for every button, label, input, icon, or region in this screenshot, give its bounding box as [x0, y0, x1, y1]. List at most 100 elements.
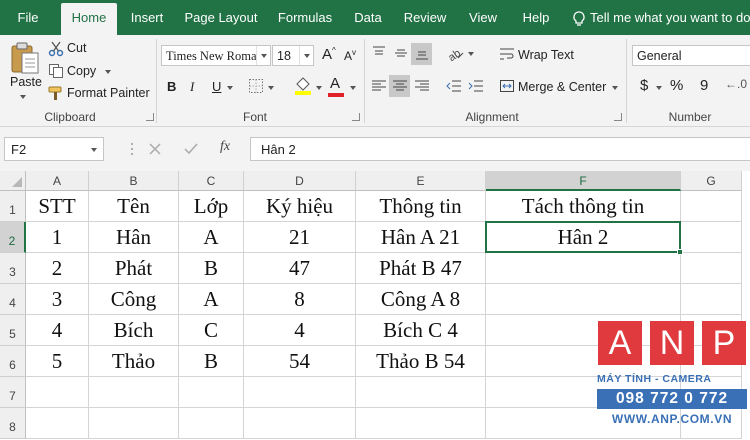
cell-d3[interactable]: 47: [244, 253, 356, 284]
tab-insert[interactable]: Insert: [124, 0, 170, 35]
cell-a3[interactable]: 2: [26, 253, 89, 284]
cell-d4[interactable]: 8: [244, 284, 356, 315]
cell-e5[interactable]: Bích C 4: [356, 315, 486, 346]
cell-f4[interactable]: [486, 284, 681, 315]
tab-home[interactable]: Home: [61, 3, 117, 35]
formula-input[interactable]: Hân 2: [250, 137, 750, 161]
bottom-align-icon[interactable]: [414, 45, 430, 64]
cell-a7[interactable]: [26, 377, 89, 408]
cell-d5[interactable]: 4: [244, 315, 356, 346]
wrap-text-button[interactable]: Wrap Text: [518, 48, 574, 62]
decrease-indent-icon[interactable]: [446, 78, 462, 97]
cell-g4[interactable]: [681, 284, 742, 315]
row-header-5[interactable]: 5: [0, 315, 26, 346]
cell-b4[interactable]: Công: [89, 284, 179, 315]
row-header-3[interactable]: 3: [0, 253, 26, 284]
tab-review[interactable]: Review: [399, 0, 451, 35]
merge-center-button[interactable]: Merge & Center: [518, 80, 606, 94]
cell-b1[interactable]: Tên: [89, 191, 179, 222]
row-header-2[interactable]: 2: [0, 222, 26, 253]
top-align-icon[interactable]: [371, 45, 387, 64]
merge-dropdown-icon[interactable]: [612, 86, 618, 90]
cell-e4[interactable]: Công A 8: [356, 284, 486, 315]
cell-a4[interactable]: 3: [26, 284, 89, 315]
italic-button[interactable]: I: [190, 79, 194, 95]
cell-d7[interactable]: [244, 377, 356, 408]
tab-data[interactable]: Data: [348, 0, 388, 35]
comma-style-button[interactable]: 9: [700, 77, 708, 94]
align-center-icon[interactable]: [392, 78, 408, 97]
align-left-icon[interactable]: [371, 78, 387, 97]
increase-font-size-icon[interactable]: A^: [322, 46, 336, 63]
column-header-e[interactable]: E: [356, 171, 486, 191]
clipboard-launcher-icon[interactable]: [146, 113, 154, 121]
font-color-button[interactable]: A: [330, 75, 340, 92]
number-format-select[interactable]: General: [632, 45, 750, 66]
row-header-1[interactable]: 1: [0, 191, 26, 222]
align-right-icon[interactable]: [414, 78, 430, 97]
font-name-select[interactable]: Times New Roma: [161, 45, 271, 66]
tab-view[interactable]: View: [462, 0, 504, 35]
tab-file[interactable]: File: [6, 0, 50, 35]
bold-button[interactable]: B: [167, 79, 176, 94]
column-header-f[interactable]: F: [486, 171, 681, 191]
format-painter-icon[interactable]: [48, 85, 64, 104]
cell-b3[interactable]: Phát: [89, 253, 179, 284]
column-header-c[interactable]: C: [179, 171, 244, 191]
select-all-button[interactable]: [0, 171, 26, 191]
tab-page-layout[interactable]: Page Layout: [180, 0, 262, 35]
cell-a5[interactable]: 4: [26, 315, 89, 346]
underline-button[interactable]: U: [212, 79, 221, 94]
middle-align-icon[interactable]: [393, 45, 409, 64]
row-header-7[interactable]: 7: [0, 377, 26, 408]
currency-button[interactable]: $: [640, 77, 648, 94]
cell-c3[interactable]: B: [179, 253, 244, 284]
cell-f3[interactable]: [486, 253, 681, 284]
cell-a2[interactable]: 1: [26, 222, 89, 253]
fill-color-dropdown-icon[interactable]: [316, 86, 322, 90]
orientation-icon[interactable]: ab: [446, 44, 464, 65]
chevron-down-icon[interactable]: [256, 46, 270, 65]
cell-c2[interactable]: A: [179, 222, 244, 253]
cell-d2[interactable]: 21: [244, 222, 356, 253]
cell-c7[interactable]: [179, 377, 244, 408]
row-header-6[interactable]: 6: [0, 346, 26, 377]
tab-formulas[interactable]: Formulas: [272, 0, 338, 35]
currency-dropdown-icon[interactable]: [656, 86, 662, 90]
orientation-dropdown-icon[interactable]: [468, 52, 474, 56]
cell-a8[interactable]: [26, 408, 89, 439]
fill-color-icon[interactable]: [294, 76, 312, 99]
cell-g3[interactable]: [681, 253, 742, 284]
cell-e7[interactable]: [356, 377, 486, 408]
cell-c5[interactable]: C: [179, 315, 244, 346]
cell-b2[interactable]: Hân: [89, 222, 179, 253]
cell-d6[interactable]: 54: [244, 346, 356, 377]
cell-e8[interactable]: [356, 408, 486, 439]
cell-e3[interactable]: Phát B 47: [356, 253, 486, 284]
cell-d8[interactable]: [244, 408, 356, 439]
cut-icon[interactable]: [48, 41, 64, 60]
cell-b7[interactable]: [89, 377, 179, 408]
percent-button[interactable]: %: [670, 77, 683, 94]
font-size-select[interactable]: 18: [272, 45, 314, 66]
borders-icon[interactable]: [248, 78, 264, 97]
cell-b5[interactable]: Bích: [89, 315, 179, 346]
wrap-text-icon[interactable]: [499, 46, 515, 65]
decrease-font-size-icon[interactable]: Av: [344, 48, 356, 63]
paste-label[interactable]: Paste: [10, 75, 42, 89]
chevron-down-icon[interactable]: [91, 148, 97, 152]
cell-d1[interactable]: Ký hiệu: [244, 191, 356, 222]
cell-e6[interactable]: Thảo B 54: [356, 346, 486, 377]
cell-c4[interactable]: A: [179, 284, 244, 315]
column-header-d[interactable]: D: [244, 171, 356, 191]
alignment-launcher-icon[interactable]: [614, 113, 622, 121]
cell-g2[interactable]: [681, 222, 742, 253]
tab-help[interactable]: Help: [514, 0, 558, 35]
copy-button[interactable]: Copy: [67, 64, 96, 78]
column-header-b[interactable]: B: [89, 171, 179, 191]
row-header-4[interactable]: 4: [0, 284, 26, 315]
format-painter-button[interactable]: Format Painter: [67, 86, 150, 100]
font-launcher-icon[interactable]: [352, 113, 360, 121]
font-color-dropdown-icon[interactable]: [350, 86, 356, 90]
cell-b6[interactable]: Thảo: [89, 346, 179, 377]
